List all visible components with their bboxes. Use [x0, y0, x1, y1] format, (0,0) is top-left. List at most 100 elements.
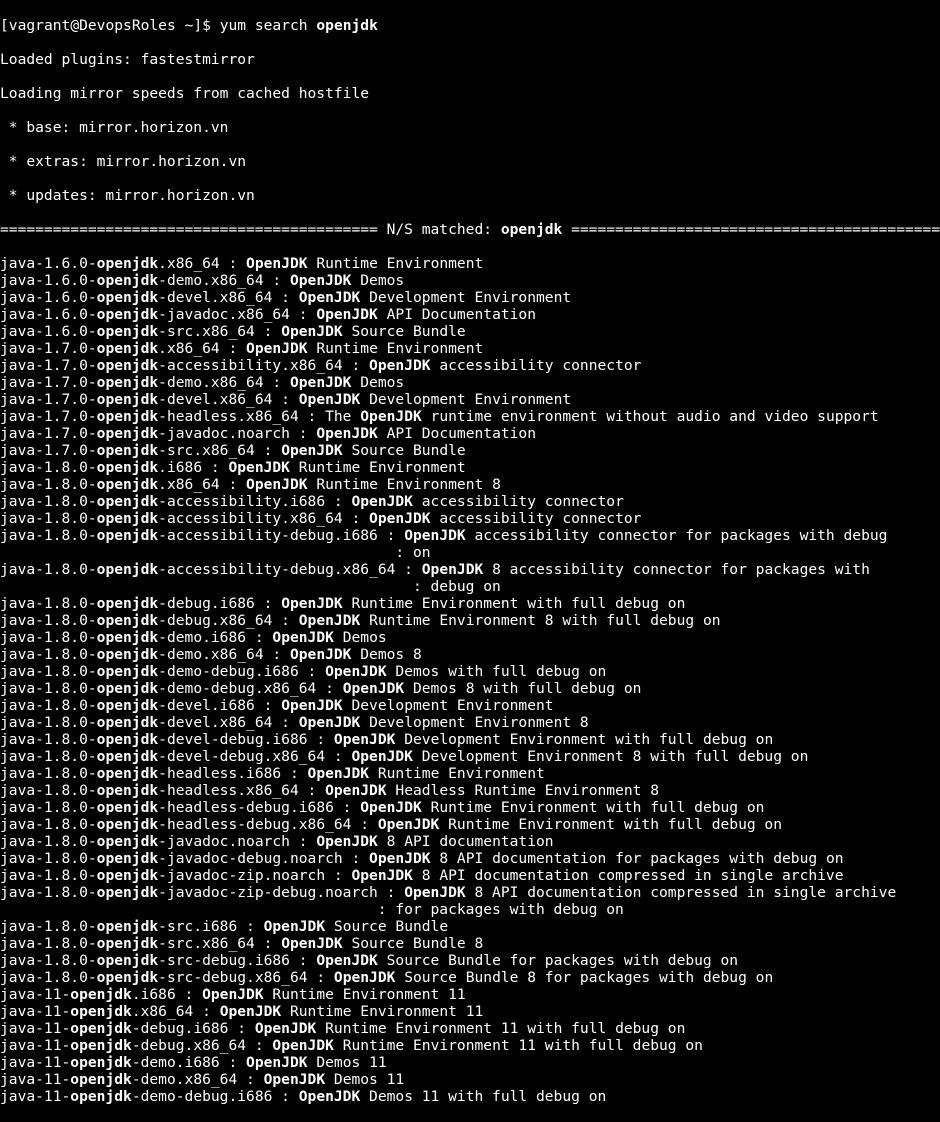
pkg-match: openjdk: [97, 425, 159, 442]
result-row: java-1.8.0-openjdk-devel.i686 : OpenJDK …: [0, 697, 940, 714]
pkg-prefix: java-1.7.0-: [0, 391, 97, 408]
pkg-prefix: java-1.8.0-: [0, 510, 97, 527]
pkg-summary: 8 API documentation for packages with de…: [431, 850, 844, 867]
result-row: java-1.7.0-openjdk.x86_64 : OpenJDK Runt…: [0, 340, 940, 357]
result-row: java-1.8.0-openjdk-src-debug.i686 : Open…: [0, 952, 940, 969]
pkg-prefix: java-11-: [0, 1003, 70, 1020]
pkg-summary: accessibility connector: [413, 493, 624, 510]
pkg-summary: Demos with full debug on: [387, 663, 607, 680]
result-row: java-1.8.0-openjdk-debug.i686 : OpenJDK …: [0, 595, 940, 612]
result-row: java-1.8.0-openjdk-accessibility-debug.x…: [0, 561, 940, 578]
pkg-prefix: java-1.8.0-: [0, 969, 97, 986]
pkg-match: openjdk: [97, 918, 159, 935]
pkg-summary: Runtime Environment with full debug on: [439, 816, 782, 833]
pkg-match: openjdk: [70, 1037, 132, 1054]
pkg-summary-bold: OpenJDK: [308, 765, 370, 782]
pkg-summary-bold: OpenJDK: [316, 306, 378, 323]
pkg-summary-bold: OpenJDK: [422, 561, 484, 578]
pkg-prefix: java-1.8.0-: [0, 595, 97, 612]
pkg-suffix: -headless.x86_64 :: [158, 782, 325, 799]
pkg-prefix: java-11-: [0, 1020, 70, 1037]
pkg-match: openjdk: [97, 374, 159, 391]
pkg-summary: Demos 11: [308, 1054, 387, 1071]
result-row: java-1.8.0-openjdk-javadoc-zip.noarch : …: [0, 867, 940, 884]
pkg-suffix: .x86_64 :: [132, 1003, 220, 1020]
pkg-summary-bold: OpenJDK: [316, 952, 378, 969]
pkg-summary: Runtime Environment with full debug on: [343, 595, 686, 612]
pkg-prefix: java-1.8.0-: [0, 459, 97, 476]
prompt-suffix: ]$: [193, 17, 219, 34]
pkg-suffix: -demo.x86_64 :: [158, 272, 290, 289]
pkg-summary: Source Bundle 8 for packages with debug …: [395, 969, 773, 986]
pkg-summary: 8 API documentation: [378, 833, 554, 850]
pkg-suffix: -javadoc.noarch :: [158, 425, 316, 442]
pkg-prefix: java-1.6.0-: [0, 306, 97, 323]
pkg-summary: Runtime Environment 8: [308, 476, 501, 493]
result-row: java-11-openjdk-demo-debug.i686 : OpenJD…: [0, 1088, 940, 1105]
pkg-summary: Development Environment: [360, 289, 571, 306]
pkg-match: openjdk: [97, 714, 159, 731]
pkg-suffix: -debug.i686 :: [158, 595, 281, 612]
pkg-prefix: java-1.8.0-: [0, 884, 97, 901]
pkg-suffix: -javadoc-debug.noarch :: [158, 850, 369, 867]
pkg-suffix: -demo.x86_64 :: [158, 374, 290, 391]
pkg-summary-bold: OpenJDK: [334, 731, 396, 748]
pkg-summary-bold: OpenJDK: [299, 1088, 361, 1105]
pkg-summary-bold: OpenJDK: [351, 748, 413, 765]
result-row: java-1.8.0-openjdk-javadoc-zip-debug.noa…: [0, 884, 940, 901]
pkg-summary: Runtime Environment: [308, 340, 484, 357]
pkg-match: openjdk: [97, 612, 159, 629]
result-row: java-11-openjdk-demo.x86_64 : OpenJDK De…: [0, 1071, 940, 1088]
pkg-suffix: -javadoc.x86_64 :: [158, 306, 316, 323]
pkg-match: openjdk: [97, 459, 159, 476]
pkg-summary: Runtime Environment 11: [281, 1003, 483, 1020]
pkg-prefix: java-1.8.0-: [0, 493, 97, 510]
result-row: java-1.7.0-openjdk-demo.x86_64 : OpenJDK…: [0, 374, 940, 391]
pkg-prefix: java-1.7.0-: [0, 425, 97, 442]
pkg-prefix: java-1.8.0-: [0, 782, 97, 799]
pkg-summary-bold: OpenJDK: [325, 663, 387, 680]
pkg-summary-bold: OpenJDK: [316, 833, 378, 850]
pkg-summary-bold: OpenJDK: [334, 969, 396, 986]
pkg-summary-bold: OpenJDK: [281, 442, 343, 459]
pkg-prefix: java-1.8.0-: [0, 731, 97, 748]
pkg-summary: API Documentation: [378, 306, 536, 323]
pkg-match: openjdk: [70, 1020, 132, 1037]
pkg-match: openjdk: [97, 850, 159, 867]
result-row: java-1.8.0-openjdk-debug.x86_64 : OpenJD…: [0, 612, 940, 629]
plugins-line: Loaded plugins: fastestmirror: [0, 51, 940, 68]
pkg-suffix: -demo.x86_64 :: [158, 646, 290, 663]
pkg-summary: 8 API documentation compressed in single…: [413, 867, 844, 884]
pkg-suffix: -src.x86_64 :: [158, 323, 281, 340]
pkg-summary-bold: OpenJDK: [299, 391, 361, 408]
pkg-suffix: -headless.x86_64 : The: [158, 408, 360, 425]
result-row: java-1.8.0-openjdk-demo-debug.x86_64 : O…: [0, 680, 940, 697]
pkg-prefix: java-1.8.0-: [0, 765, 97, 782]
pkg-match: openjdk: [97, 323, 159, 340]
pkg-match: openjdk: [70, 1003, 132, 1020]
pkg-match: openjdk: [97, 289, 159, 306]
result-row: java-1.8.0-openjdk.x86_64 : OpenJDK Runt…: [0, 476, 940, 493]
pkg-prefix: java-1.7.0-: [0, 340, 97, 357]
result-row: java-1.8.0-openjdk-headless.i686 : OpenJ…: [0, 765, 940, 782]
result-row: java-1.8.0-openjdk-src-debug.x86_64 : Op…: [0, 969, 940, 986]
pkg-summary-bold: OpenJDK: [360, 408, 422, 425]
prompt-line: [vagrant@DevopsRoles ~]$ yum search open…: [0, 17, 940, 34]
mirror-line: * extras: mirror.horizon.vn: [0, 153, 940, 170]
result-row: java-1.8.0-openjdk-headless-debug.x86_64…: [0, 816, 940, 833]
pkg-summary-bold: OpenJDK: [264, 918, 326, 935]
result-row: java-1.8.0-openjdk-devel-debug.i686 : Op…: [0, 731, 940, 748]
pkg-summary: Development Environment: [343, 697, 554, 714]
pkg-suffix: -devel.x86_64 :: [158, 714, 299, 731]
pkg-prefix: java-1.8.0-: [0, 697, 97, 714]
pkg-summary: Runtime Environment: [369, 765, 545, 782]
pkg-summary: Source Bundle: [343, 323, 466, 340]
pkg-summary-bold: OpenJDK: [202, 986, 264, 1003]
pkg-summary: Runtime Environment 11 with full debug o…: [316, 1020, 685, 1037]
result-row: java-1.8.0-openjdk-accessibility.x86_64 …: [0, 510, 940, 527]
pkg-match: openjdk: [97, 765, 159, 782]
pkg-summary: Demos 8: [351, 646, 421, 663]
pkg-prefix: java-1.8.0-: [0, 935, 97, 952]
result-row: java-1.8.0-openjdk-headless-debug.i686 :…: [0, 799, 940, 816]
pkg-suffix: -accessibility.x86_64 :: [158, 357, 369, 374]
